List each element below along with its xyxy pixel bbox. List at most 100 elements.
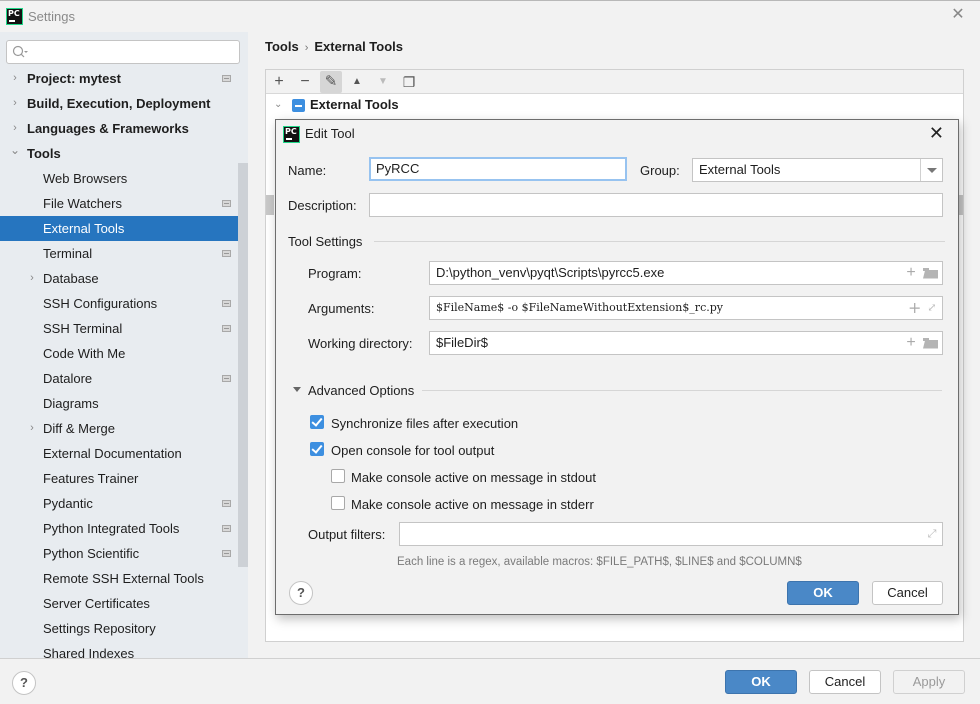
sidebar-item-build-execution-deployment[interactable]: › Build, Execution, Deployment <box>0 91 248 116</box>
add-button[interactable]: + <box>268 71 290 93</box>
name-input[interactable]: PyRCC <box>369 157 627 181</box>
insert-macro-icon[interactable]: + <box>908 297 921 319</box>
sidebar-item-shared-indexes[interactable]: Shared Indexes <box>0 641 248 658</box>
sidebar-item-server-certificates[interactable]: Server Certificates <box>0 591 248 616</box>
sidebar-item-file-watchers[interactable]: File Watchers <box>0 191 248 216</box>
sidebar-item-languages-frameworks[interactable]: › Languages & Frameworks <box>0 116 248 141</box>
open-console-label[interactable]: Open console for tool output <box>331 443 494 458</box>
edit-button[interactable]: ✎ <box>320 71 342 93</box>
breadcrumb-parent[interactable]: Tools <box>265 39 299 54</box>
advanced-options-heading[interactable]: Advanced Options <box>308 383 414 398</box>
browse-folder-icon[interactable] <box>923 267 938 279</box>
edit-tool-dialog: Edit Tool ✕ Name: PyRCC Group: External … <box>275 119 959 615</box>
dialog-help-button[interactable]: ? <box>289 581 313 605</box>
move-down-button: ▼ <box>378 76 388 87</box>
chevron-right-icon[interactable]: › <box>27 416 37 441</box>
pycharm-logo-icon <box>283 126 300 143</box>
sidebar-item-datalore[interactable]: Datalore <box>0 366 248 391</box>
sidebar-item-python-scientific[interactable]: Python Scientific <box>0 541 248 566</box>
sidebar-item-label: Languages & Frameworks <box>27 121 189 136</box>
sidebar-item-code-with-me[interactable]: Code With Me <box>0 341 248 366</box>
apply-button: Apply <box>893 670 965 694</box>
console-stderr-checkbox[interactable] <box>331 496 345 510</box>
output-filters-hint: Each line is a regex, available macros: … <box>397 556 802 568</box>
sidebar-item-label: Diagrams <box>43 396 99 411</box>
section-divider <box>374 241 945 242</box>
breadcrumb-separator: › <box>304 42 309 54</box>
sidebar-item-label: Python Integrated Tools <box>43 521 180 536</box>
group-checkbox[interactable] <box>292 99 305 112</box>
pycharm-logo-icon <box>6 8 23 25</box>
sidebar-item-remote-ssh-external-tools[interactable]: Remote SSH External Tools <box>0 566 248 591</box>
sync-files-checkbox[interactable] <box>310 415 324 429</box>
output-filters-input[interactable]: ⤢ <box>399 522 943 546</box>
tool-settings-heading: Tool Settings <box>288 234 363 249</box>
help-button[interactable]: ? <box>12 671 36 695</box>
working-directory-input[interactable]: $FileDir$ + <box>429 331 943 355</box>
sidebar-item-features-trainer[interactable]: Features Trainer <box>0 466 248 491</box>
sidebar-item-terminal[interactable]: Terminal <box>0 241 248 266</box>
insert-macro-icon[interactable]: + <box>905 262 917 284</box>
dialog-close-icon[interactable]: ✕ <box>929 124 944 142</box>
dropdown-arrow-icon[interactable] <box>920 159 942 181</box>
sidebar-item-external-documentation[interactable]: External Documentation <box>0 441 248 466</box>
sidebar-item-diagrams[interactable]: Diagrams <box>0 391 248 416</box>
browse-folder-icon[interactable] <box>923 337 938 349</box>
window-title: Settings <box>28 9 75 24</box>
sidebar-item-label: Project: mytest <box>27 71 121 86</box>
chevron-down-icon[interactable]: ⌄ <box>274 95 282 115</box>
project-level-icon <box>222 500 231 507</box>
sidebar-item-label: Build, Execution, Deployment <box>27 96 211 111</box>
console-stdout-checkbox[interactable] <box>331 469 345 483</box>
sidebar-item-label: Web Browsers <box>43 171 128 186</box>
sidebar-item-external-tools[interactable]: External Tools <box>0 216 248 241</box>
move-up-button[interactable]: ▲ <box>346 71 368 93</box>
description-input[interactable] <box>369 193 943 217</box>
tools-toolbar: + − ✎ ▲ ▼ ❐ <box>266 70 963 94</box>
sidebar-item-settings-repository[interactable]: Settings Repository <box>0 616 248 641</box>
sidebar-item-label: Python Scientific <box>43 546 140 561</box>
sidebar-item-web-browsers[interactable]: Web Browsers <box>0 166 248 191</box>
dialog-cancel-button[interactable]: Cancel <box>872 581 943 605</box>
collapse-triangle-icon[interactable] <box>293 387 301 392</box>
sidebar-item-label: File Watchers <box>43 196 122 211</box>
dialog-title: Edit Tool <box>305 126 355 141</box>
sidebar-item-project-mytest[interactable]: › Project: mytest <box>0 66 248 91</box>
output-filters-label: Output filters: <box>308 527 386 542</box>
name-value: PyRCC <box>376 161 420 176</box>
program-input[interactable]: D:\python_venv\pyqt\Scripts\pyrcc5.exe + <box>429 261 943 285</box>
tool-group-row[interactable]: ⌄ External Tools <box>266 95 963 115</box>
dialog-ok-button[interactable]: OK <box>787 581 859 605</box>
project-level-icon <box>222 375 231 382</box>
sidebar-item-database[interactable]: › Database <box>0 266 248 291</box>
sidebar-item-ssh-configurations[interactable]: SSH Configurations <box>0 291 248 316</box>
cancel-button[interactable]: Cancel <box>809 670 881 694</box>
copy-button[interactable]: ❐ <box>398 71 420 93</box>
settings-search-input[interactable] <box>6 40 240 64</box>
sidebar-item-ssh-terminal[interactable]: SSH Terminal <box>0 316 248 341</box>
insert-macro-icon[interactable]: + <box>905 332 917 354</box>
group-dropdown[interactable]: External Tools <box>692 158 943 182</box>
chevron-right-icon[interactable]: › <box>10 66 20 91</box>
console-stdout-label[interactable]: Make console active on message in stdout <box>351 470 596 485</box>
expand-icon[interactable]: ⤢ <box>926 302 938 314</box>
remove-button[interactable]: − <box>294 71 316 93</box>
chevron-down-icon[interactable]: ⌄ <box>10 141 20 159</box>
chevron-right-icon[interactable]: › <box>10 116 20 141</box>
console-stderr-label[interactable]: Make console active on message in stderr <box>351 497 594 512</box>
chevron-right-icon[interactable]: › <box>27 266 37 291</box>
expand-icon[interactable]: ⤢ <box>926 528 938 540</box>
sidebar-item-label: SSH Configurations <box>43 296 158 311</box>
ok-button[interactable]: OK <box>725 670 797 694</box>
arguments-input[interactable]: $FileName$ -o $FileNameWithoutExtension$… <box>429 296 943 320</box>
close-icon[interactable]: ✕ <box>950 7 966 23</box>
chevron-right-icon[interactable]: › <box>10 91 20 116</box>
sidebar-item-diff-merge[interactable]: › Diff & Merge <box>0 416 248 441</box>
sidebar-item-tools[interactable]: ⌄ Tools <box>0 141 248 166</box>
sync-files-label[interactable]: Synchronize files after execution <box>331 416 518 431</box>
sidebar-item-pydantic[interactable]: Pydantic <box>0 491 248 516</box>
sidebar-scrollbar[interactable] <box>238 163 248 567</box>
program-value: D:\python_venv\pyqt\Scripts\pyrcc5.exe <box>436 265 665 280</box>
sidebar-item-python-integrated-tools[interactable]: Python Integrated Tools <box>0 516 248 541</box>
open-console-checkbox[interactable] <box>310 442 324 456</box>
